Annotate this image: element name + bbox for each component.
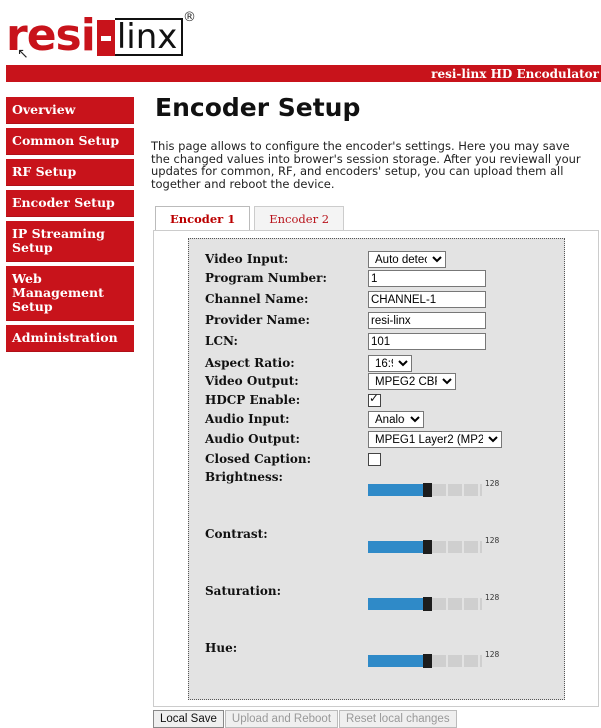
slider-thumb[interactable]: [423, 540, 432, 554]
resi-linx-logo: resi linx ®: [6, 10, 196, 58]
program-number-field[interactable]: [368, 270, 486, 287]
encoder-tabs: Encoder 1 Encoder 2: [155, 206, 348, 230]
sidebar-item-rf-setup[interactable]: RF Setup: [6, 159, 134, 186]
audio-input-label: Audio Input:: [205, 412, 290, 426]
closed-caption-checkbox[interactable]: [368, 453, 381, 466]
provider-name-field[interactable]: [368, 312, 486, 329]
video-output-select[interactable]: MPEG2 CBR: [368, 373, 456, 390]
upload-and-reboot-button[interactable]: Upload and Reboot: [224, 710, 339, 728]
aspect-ratio-label: Aspect Ratio:: [205, 356, 295, 370]
audio-input-select[interactable]: Analog: [368, 411, 424, 428]
product-name: resi-linx HD Encodulator: [431, 67, 599, 81]
row-closed-caption: Closed Caption:: [205, 451, 381, 469]
slider-fill: [368, 541, 426, 553]
reset-local-changes-button[interactable]: Reset local changes: [339, 710, 457, 728]
tab-encoder-2[interactable]: Encoder 2: [254, 206, 345, 230]
sidebar-item-common-setup[interactable]: Common Setup: [6, 128, 134, 155]
page-title: Encoder Setup: [155, 93, 361, 122]
hue-value: 128: [485, 650, 500, 659]
slider-thumb[interactable]: [423, 597, 432, 611]
audio-output-select[interactable]: MPEG1 Layer2 (MP2): [368, 431, 502, 448]
program-number-label: Program Number:: [205, 271, 327, 285]
hdcp-enable-label: HDCP Enable:: [205, 393, 301, 407]
slider-fill: [368, 598, 426, 610]
brightness-value: 128: [485, 479, 500, 488]
encoder-settings-panel: Video Input: Auto detect Program Number:…: [188, 238, 565, 700]
sidebar-item-overview[interactable]: Overview: [6, 97, 134, 124]
action-buttons: Local Save Upload and Reboot Reset local…: [153, 710, 458, 728]
hdcp-enable-checkbox[interactable]: [368, 391, 381, 407]
tab-encoder-1[interactable]: Encoder 1: [155, 206, 251, 230]
hue-label: Hue:: [205, 641, 238, 655]
local-save-button[interactable]: Local Save: [153, 710, 224, 728]
sidebar-nav: Overview Common Setup RF Setup Encoder S…: [6, 97, 134, 356]
slider-thumb[interactable]: [423, 483, 432, 497]
sidebar-item-web-management-setup[interactable]: Web Management Setup: [6, 266, 134, 321]
brightness-label: Brightness:: [205, 470, 283, 484]
registered-mark: ®: [183, 10, 196, 25]
video-output-label: Video Output:: [205, 374, 299, 388]
provider-name-label: Provider Name:: [205, 313, 310, 327]
page-description: This page allows to configure the encode…: [151, 139, 581, 191]
sidebar-item-ip-streaming-setup[interactable]: IP Streaming Setup: [6, 221, 134, 262]
aspect-ratio-select[interactable]: 16:9: [368, 355, 412, 372]
sidebar-item-encoder-setup[interactable]: Encoder Setup: [6, 190, 134, 217]
row-hdcp-enable: HDCP Enable:: [205, 391, 381, 410]
closed-caption-label: Closed Caption:: [205, 452, 312, 466]
saturation-label: Saturation:: [205, 584, 282, 598]
mouse-pointer-icon: ↖: [17, 46, 29, 62]
slider-fill: [368, 484, 426, 496]
sidebar-item-administration[interactable]: Administration: [6, 325, 134, 352]
logo-text-linx: linx: [114, 18, 184, 56]
video-input-label: Video Input:: [205, 252, 289, 266]
video-input-select[interactable]: Auto detect: [368, 251, 446, 268]
contrast-label: Contrast:: [205, 527, 268, 541]
lcn-field[interactable]: [368, 333, 486, 350]
contrast-value: 128: [485, 536, 500, 545]
saturation-value: 128: [485, 593, 500, 602]
slider-fill: [368, 655, 426, 667]
audio-output-label: Audio Output:: [205, 432, 300, 446]
logo-dash-mark: [96, 20, 115, 56]
header-bar: resi-linx HD Encodulator: [6, 65, 601, 82]
channel-name-field[interactable]: [368, 291, 486, 308]
lcn-label: LCN:: [205, 334, 238, 348]
slider-thumb[interactable]: [423, 654, 432, 668]
channel-name-label: Channel Name:: [205, 292, 309, 306]
